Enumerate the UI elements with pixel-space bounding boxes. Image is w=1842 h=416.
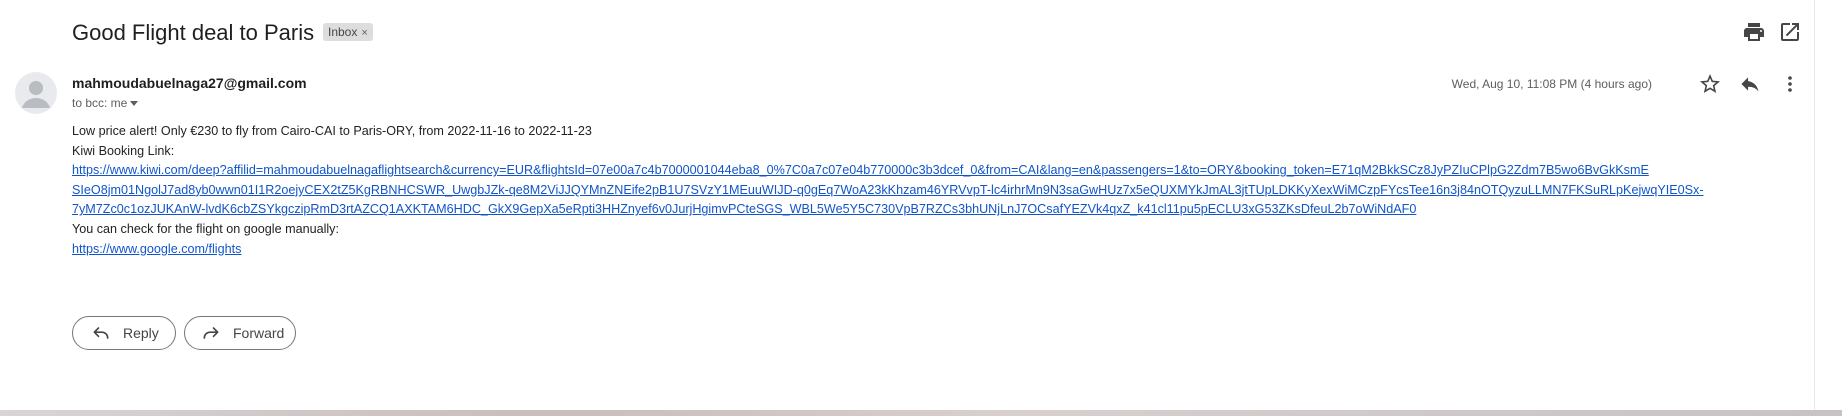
- email-date: Wed, Aug 10, 11:08 PM (4 hours ago): [1451, 77, 1652, 91]
- kiwi-booking-link-line-3[interactable]: 7yM7Zc0c1ozJUKAnW-lvdK6cbZSYkgczipRmD3rt…: [72, 202, 1416, 216]
- sender-email[interactable]: mahmoudabuelnaga27@gmail.com: [72, 75, 307, 91]
- google-flights-link[interactable]: https://www.google.com/flights: [72, 242, 241, 256]
- price-alert-text: Low price alert! Only €230 to fly from C…: [72, 124, 592, 138]
- reply-button-label: Reply: [123, 325, 159, 341]
- forward-button[interactable]: Forward: [184, 316, 296, 350]
- open-in-new-window-icon[interactable]: [1778, 20, 1802, 44]
- email-view: Good Flight deal to Paris Inbox × mahmoud…: [0, 0, 1814, 410]
- kiwi-link-label: Kiwi Booking Link:: [72, 143, 175, 158]
- email-subject: Good Flight deal to Paris: [72, 20, 315, 45]
- email-body: Low price alert! Only €230 to fly from C…: [72, 122, 1772, 259]
- recipient-text: to bcc: me: [72, 96, 128, 110]
- inbox-label-text: Inbox: [328, 25, 358, 39]
- more-vert-icon[interactable]: [1778, 72, 1802, 96]
- sender-avatar[interactable]: [15, 72, 57, 114]
- forward-icon: [203, 327, 219, 339]
- reply-icon[interactable]: [1738, 72, 1762, 96]
- scrollbar[interactable]: [1814, 0, 1842, 410]
- remove-label-icon[interactable]: ×: [361, 27, 367, 39]
- reply-icon: [93, 327, 109, 339]
- recipient-details[interactable]: to bcc: me: [72, 96, 139, 110]
- reply-button[interactable]: Reply: [72, 316, 176, 350]
- kiwi-booking-link-line-2[interactable]: SIeO8jm01NgolJ7ad8yb0wwn01I1R2oejyCEX2tZ…: [72, 183, 1704, 197]
- kiwi-booking-link-line-1[interactable]: https://www.kiwi.com/deep?affilid=mahmou…: [72, 163, 1649, 177]
- manual-check-text: You can check for the flight on google m…: [72, 221, 339, 236]
- star-icon[interactable]: [1698, 72, 1722, 96]
- chevron-down-icon[interactable]: [130, 101, 139, 107]
- forward-button-label: Forward: [233, 325, 285, 341]
- print-icon[interactable]: [1742, 20, 1766, 44]
- inbox-label-chip[interactable]: Inbox ×: [323, 23, 373, 41]
- default-avatar-icon: [22, 81, 50, 108]
